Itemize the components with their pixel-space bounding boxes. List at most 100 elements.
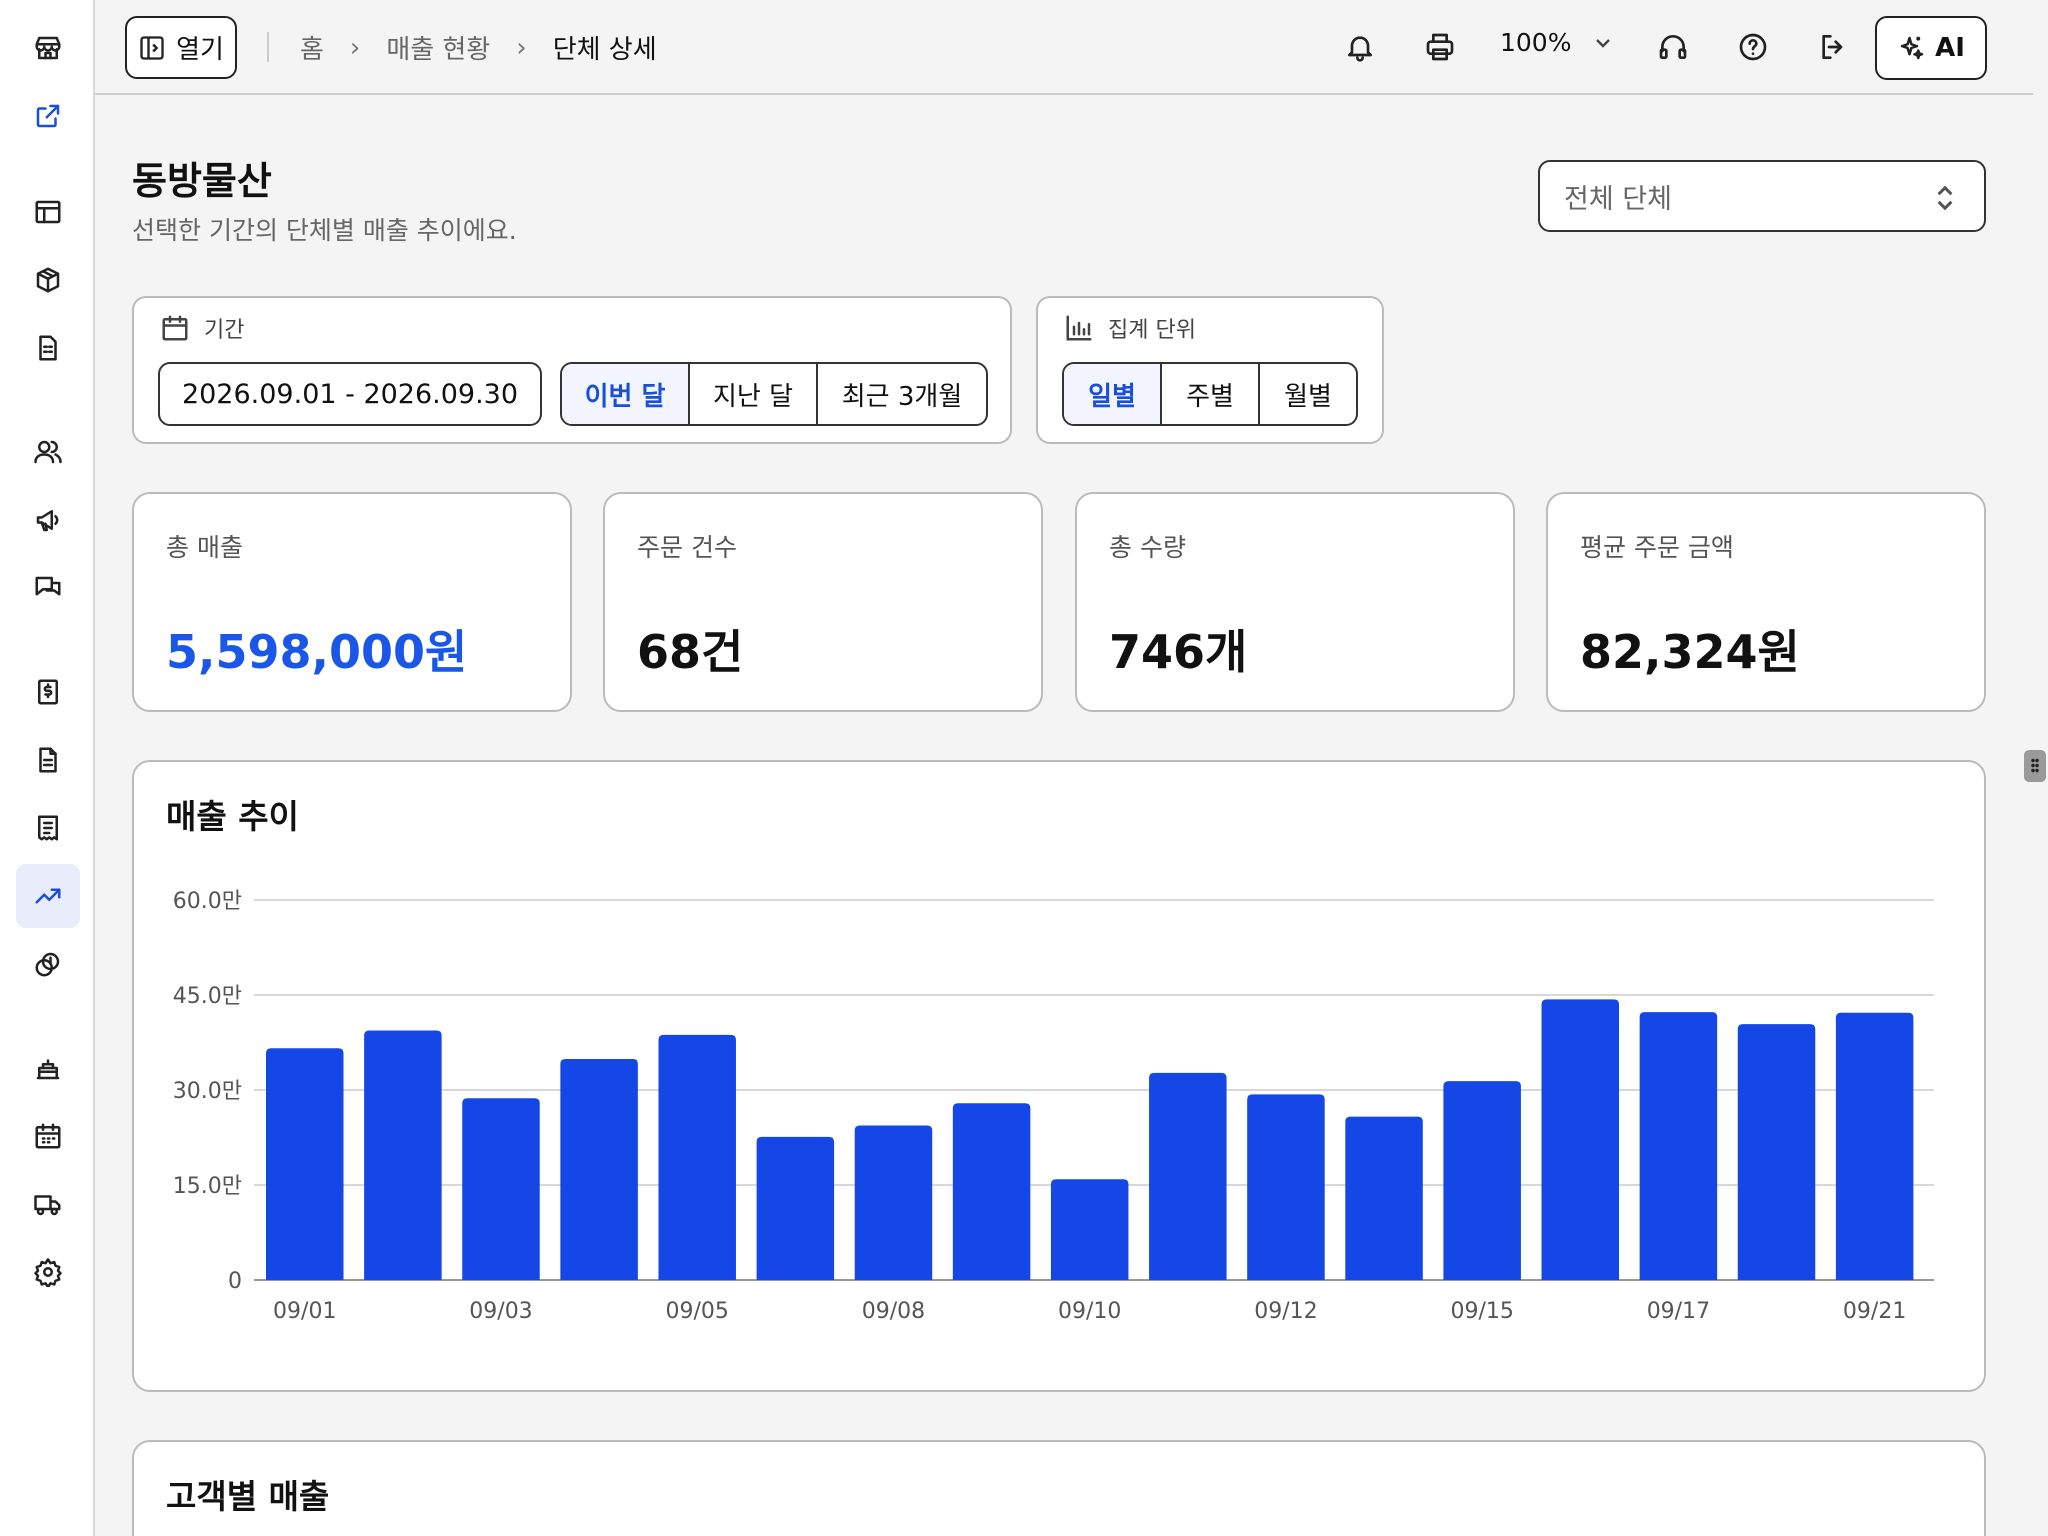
- bar: [1345, 1116, 1423, 1280]
- calendar-icon[interactable]: [16, 1104, 80, 1168]
- customer-sales-title: 고객별 매출: [166, 1477, 330, 1516]
- unit-daily[interactable]: 일별: [1064, 364, 1162, 424]
- unit-weekly[interactable]: 주별: [1162, 364, 1260, 424]
- period-this-month[interactable]: 이번 달: [562, 364, 690, 424]
- sales-trend-chart: 0 15.0만 30.0만 45.0만 60.0만 09/01 09/03 09/05 09/0…: [173, 889, 1934, 1324]
- bar: [462, 1098, 540, 1280]
- gear-icon[interactable]: [16, 1240, 80, 1304]
- kpi-total-quantity: 총 수량 746개: [1075, 492, 1515, 712]
- kpi-total-sales: 총 매출 5,598,000원: [132, 492, 572, 712]
- kpi-order-count: 주문 건수 68건: [603, 492, 1043, 712]
- bar: [1050, 1179, 1129, 1280]
- period-3-months[interactable]: 최근 3개월: [818, 364, 986, 424]
- calendar-icon: [162, 315, 188, 341]
- kpi-value: 82,324원: [1580, 625, 1800, 679]
- package-icon[interactable]: [16, 248, 80, 312]
- bar: [1835, 1012, 1914, 1280]
- document-icon[interactable]: [16, 728, 80, 792]
- kpi-label: 주문 건수: [637, 533, 737, 562]
- chevron-down-icon: [1596, 38, 1611, 48]
- y-tick-label: 30.0만: [173, 1079, 242, 1104]
- headset-icon[interactable]: [1653, 27, 1693, 67]
- ai-label: AI: [1935, 33, 1965, 63]
- x-tick-label: 09/12: [1254, 1299, 1317, 1324]
- bar-chart-icon: [1066, 315, 1092, 341]
- kpi-avg-order: 평균 주문 금액 82,324원: [1546, 492, 1986, 712]
- kpi-label: 총 수량: [1109, 533, 1186, 562]
- bar: [266, 1048, 344, 1280]
- chevron-updown-icon: [1937, 185, 1953, 211]
- bar: [1639, 1012, 1718, 1280]
- group-select[interactable]: 전체 단체: [1538, 160, 1986, 232]
- bar: [560, 1058, 638, 1280]
- receipt-icon[interactable]: [16, 796, 80, 860]
- drag-handle[interactable]: [2024, 750, 2046, 782]
- chevron-right-icon: ›: [349, 32, 361, 63]
- dollar-doc-icon[interactable]: [16, 660, 80, 724]
- kpi-label: 총 매출: [166, 533, 243, 562]
- ai-button[interactable]: AI: [1875, 16, 1987, 80]
- y-tick-label: 60.0만: [173, 889, 242, 914]
- unit-segmented: 일별 주별 월별: [1062, 362, 1358, 426]
- sheet-icon[interactable]: [16, 316, 80, 380]
- top-bar: 열기 홈 › 매출 현황 › 단체 상세 100% AI: [95, 0, 2033, 95]
- zoom-select[interactable]: 100%: [1500, 28, 1615, 57]
- bar: [1149, 1072, 1227, 1280]
- y-tick-label: 45.0만: [173, 984, 242, 1009]
- bar: [952, 1103, 1031, 1280]
- bar: [1541, 999, 1620, 1280]
- x-tick-label: 09/03: [469, 1299, 532, 1324]
- unit-panel: 집계 단위 일별 주별 월별: [1036, 296, 1384, 444]
- group-select-value: 전체 단체: [1564, 183, 1672, 215]
- open-sidebar-button[interactable]: 열기: [125, 16, 237, 79]
- kpi-label: 평균 주문 금액: [1580, 533, 1734, 562]
- bar: [756, 1136, 835, 1280]
- divider: [267, 32, 269, 62]
- chart-title: 매출 추이: [166, 797, 299, 836]
- x-tick-label: 09/17: [1647, 1299, 1710, 1324]
- breadcrumb-home[interactable]: 홈: [300, 29, 324, 66]
- y-tick-label: 15.0만: [173, 1174, 242, 1199]
- users-icon[interactable]: [16, 420, 80, 484]
- cake-icon[interactable]: [16, 1036, 80, 1100]
- kpi-value: 746개: [1109, 625, 1248, 679]
- logout-icon[interactable]: [1813, 27, 1853, 67]
- unit-label-row: 집계 단위: [1064, 312, 1196, 344]
- coins-icon[interactable]: [16, 932, 80, 996]
- date-range-input[interactable]: 2026.09.01 - 2026.09.30: [158, 362, 542, 426]
- x-tick-label: 09/01: [273, 1299, 336, 1324]
- bar: [658, 1034, 736, 1280]
- truck-icon[interactable]: [16, 1172, 80, 1236]
- x-tick-label: 09/08: [862, 1299, 925, 1324]
- bar: [1737, 1024, 1816, 1280]
- megaphone-icon[interactable]: [16, 488, 80, 552]
- period-segmented: 이번 달 지난 달 최근 3개월: [560, 362, 988, 426]
- unit-label: 집계 단위: [1108, 318, 1196, 343]
- printer-icon[interactable]: [1420, 27, 1460, 67]
- period-panel: 기간 2026.09.01 - 2026.09.30 이번 달 지난 달 최근 …: [132, 296, 1012, 444]
- period-last-month[interactable]: 지난 달: [690, 364, 818, 424]
- y-tick-label: 0: [228, 1269, 242, 1294]
- breadcrumb-sales[interactable]: 매출 현황: [386, 29, 490, 66]
- bell-icon[interactable]: [1340, 27, 1380, 67]
- page-title: 동방물산: [132, 159, 272, 203]
- bar: [854, 1125, 933, 1280]
- kpi-value: 5,598,000원: [166, 625, 468, 679]
- chevron-right-icon: ›: [516, 32, 527, 63]
- trending-up-icon[interactable]: [16, 864, 80, 928]
- bar: [1247, 1094, 1325, 1280]
- kpi-value: 68건: [637, 625, 744, 679]
- sidebar-toggle-icon: [140, 35, 164, 60]
- chat-icon[interactable]: [16, 556, 80, 620]
- sidebar: [0, 0, 95, 1536]
- page-subtitle: 선택한 기간의 단체별 매출 추이에요.: [132, 216, 517, 245]
- breadcrumb-current: 단체 상세: [552, 35, 657, 65]
- unit-monthly[interactable]: 월별: [1260, 364, 1356, 424]
- x-tick-label: 09/10: [1058, 1299, 1121, 1324]
- help-icon[interactable]: [1733, 27, 1773, 67]
- store-icon[interactable]: [16, 16, 80, 80]
- grip-icon: [2031, 758, 2039, 774]
- x-tick-label: 09/15: [1450, 1299, 1513, 1324]
- external-link-icon[interactable]: [16, 84, 80, 148]
- table-icon[interactable]: [16, 180, 80, 244]
